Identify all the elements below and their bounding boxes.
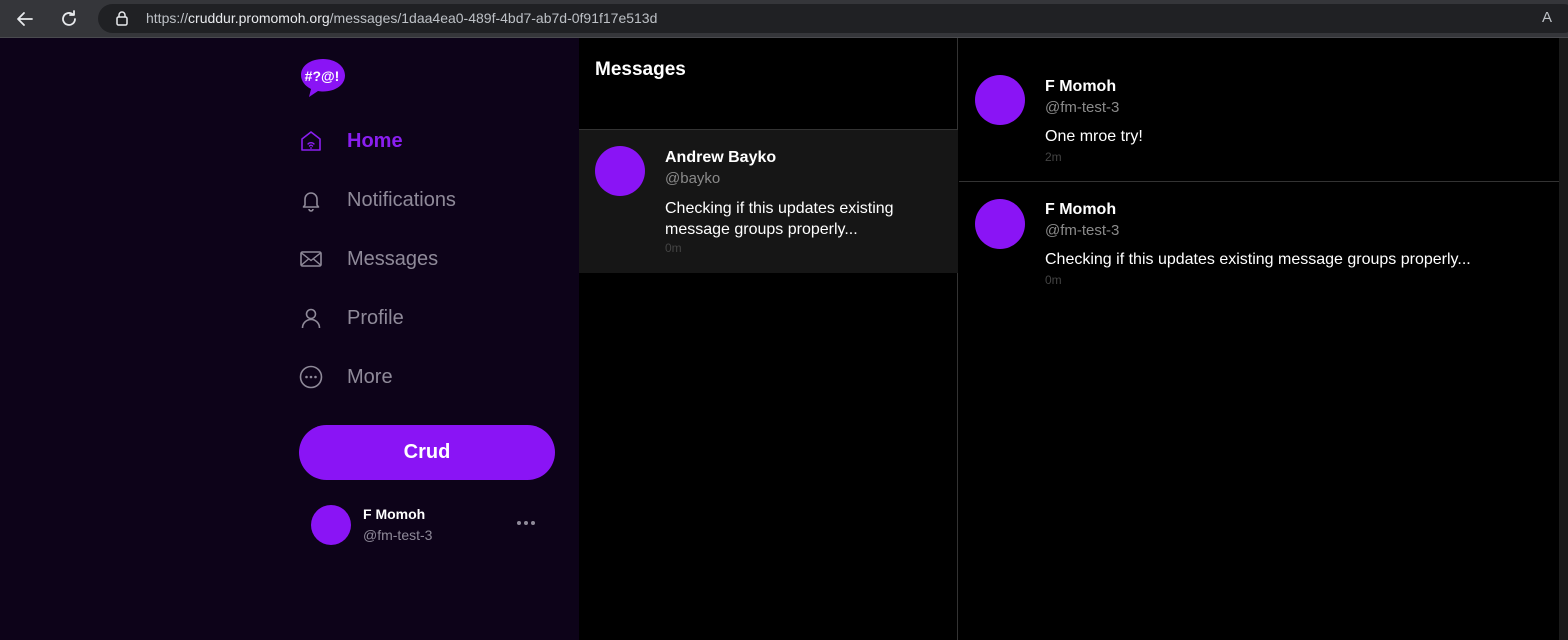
address-bar[interactable]: https://cruddur.promomoh.org/messages/1d… <box>98 4 1568 33</box>
url-scheme: https:// <box>146 10 189 26</box>
group-handle: @bayko <box>665 170 721 187</box>
browser-toolbar: https://cruddur.promomoh.org/messages/1d… <box>0 0 1568 38</box>
message-text: One mroe try! <box>1045 128 1143 145</box>
sidebar-item-label: Home <box>347 129 403 152</box>
sidebar-item-label: Notifications <box>347 188 456 211</box>
sidebar-item-more[interactable]: More <box>299 360 393 394</box>
message-display-name: F Momoh <box>1045 78 1117 95</box>
message-timestamp: 2m <box>1045 150 1062 164</box>
sidebar-item-home[interactable]: Home <box>299 124 403 158</box>
crud-button[interactable]: Crud <box>299 425 555 480</box>
sidebar-item-messages[interactable]: Messages <box>299 242 438 276</box>
message-handle: @fm-test-3 <box>1045 222 1120 239</box>
more-options-icon[interactable] <box>514 513 538 533</box>
scrollbar[interactable] <box>1559 38 1568 640</box>
url-path: /messages/1daa4ea0-489f-4bd7-ab7d-0f91f1… <box>329 10 658 26</box>
reload-icon[interactable] <box>56 6 82 32</box>
bell-icon <box>299 188 323 212</box>
message-item[interactable]: F Momoh @fm-test-3 Checking if this upda… <box>959 182 1559 302</box>
message-item[interactable]: F Momoh @fm-test-3 One mroe try! 2m <box>959 38 1559 182</box>
back-arrow-icon[interactable] <box>12 6 38 32</box>
envelope-icon <box>299 247 323 271</box>
sidebar: #?@! Home Notifications Messages Profile… <box>0 38 579 640</box>
url-text[interactable]: https://cruddur.promomoh.org/messages/1d… <box>146 10 657 26</box>
page-title: Messages <box>595 59 686 80</box>
message-timestamp: 0m <box>1045 273 1062 287</box>
sidebar-item-notifications[interactable]: Notifications <box>299 183 456 217</box>
current-user-name: F Momoh <box>363 506 426 522</box>
reader-mode-icon[interactable]: A <box>1542 9 1552 26</box>
avatar <box>975 199 1025 249</box>
message-groups-panel: Messages Andrew Bayko @bayko Checking if… <box>579 38 958 640</box>
url-domain: cruddur.promomoh.org <box>188 10 330 26</box>
person-icon <box>299 306 323 330</box>
conversation-panel: F Momoh @fm-test-3 One mroe try! 2m F Mo… <box>959 38 1559 640</box>
message-text: Checking if this updates existing messag… <box>1045 251 1471 268</box>
message-handle: @fm-test-3 <box>1045 99 1120 116</box>
sidebar-item-profile[interactable]: Profile <box>299 301 404 335</box>
group-last-message: Checking if this updates existing messag… <box>665 200 894 238</box>
more-circle-icon <box>299 365 323 389</box>
home-icon <box>299 129 323 153</box>
sidebar-item-label: More <box>347 365 393 388</box>
avatar <box>595 146 645 196</box>
lock-icon[interactable] <box>114 10 130 26</box>
logo-text: #?@! <box>305 68 340 84</box>
cruddur-logo[interactable]: #?@! <box>299 57 347 99</box>
message-display-name: F Momoh <box>1045 201 1117 218</box>
group-display-name: Andrew Bayko <box>665 149 777 166</box>
message-group-item[interactable]: Andrew Bayko @bayko Checking if this upd… <box>579 130 958 273</box>
avatar[interactable] <box>311 505 351 545</box>
avatar <box>975 75 1025 125</box>
sidebar-item-label: Profile <box>347 306 404 329</box>
current-user-handle: @fm-test-3 <box>363 527 433 543</box>
group-timestamp: 0m <box>665 241 682 255</box>
sidebar-item-label: Messages <box>347 247 439 270</box>
